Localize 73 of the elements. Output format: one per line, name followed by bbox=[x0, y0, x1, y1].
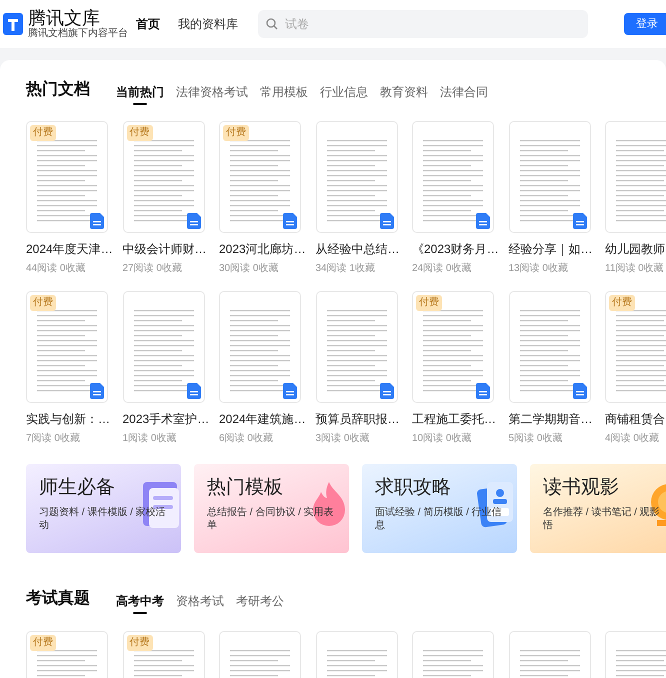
document-icon bbox=[476, 383, 490, 399]
category-tab[interactable]: 法律合同 bbox=[440, 86, 488, 98]
search-icon bbox=[266, 18, 278, 30]
logo-subtitle: 腾讯文档旗下内容平台 bbox=[28, 29, 128, 39]
nav-link[interactable]: 我的资料库 bbox=[178, 15, 238, 33]
document-title[interactable]: 第二学期期音… bbox=[508, 411, 590, 427]
paid-badge: 付费 bbox=[223, 125, 249, 141]
document-stats: 7阅读 0收藏 bbox=[26, 432, 81, 445]
section-title: 考试真题 bbox=[26, 591, 90, 607]
document-stats: 27阅读 0收藏 bbox=[122, 262, 183, 275]
document-stats: 11阅读 0收藏 bbox=[605, 262, 665, 275]
document-icon bbox=[572, 383, 586, 399]
paid-badge: 付费 bbox=[126, 635, 152, 651]
category-tab[interactable]: 资格考试 bbox=[176, 595, 224, 607]
banner-subtitle: 总结报告 / 合同协议 / 实用表 单 bbox=[207, 506, 335, 532]
paid-badge: 付费 bbox=[416, 295, 442, 311]
logo-icon bbox=[3, 13, 23, 35]
category-tab[interactable]: 考研考公 bbox=[236, 595, 284, 607]
document-title[interactable]: 工程施工委托… bbox=[412, 411, 494, 427]
tab-underline bbox=[133, 103, 147, 105]
section-title: 热门文档 bbox=[26, 82, 90, 98]
banner-subtitle: 习题资料 / 课件模版 / 家校活 动 bbox=[39, 506, 167, 532]
document-stats: 6阅读 0收藏 bbox=[219, 432, 274, 445]
banner-title: 热门模板 bbox=[207, 478, 284, 497]
paid-badge: 付费 bbox=[30, 125, 56, 141]
document-stats: 3阅读 0收藏 bbox=[316, 432, 370, 445]
document-icon bbox=[90, 383, 104, 399]
document-title[interactable]: 幼儿园教师 bbox=[605, 241, 666, 257]
tab-underline bbox=[133, 612, 147, 614]
document-stats: 13阅读 0收藏 bbox=[508, 262, 569, 275]
document-icon bbox=[186, 213, 200, 229]
banner-title: 读书观影 bbox=[543, 478, 620, 497]
document-icon bbox=[283, 213, 297, 229]
paid-badge: 付费 bbox=[30, 295, 56, 311]
category-tab[interactable]: 当前热门 bbox=[116, 86, 164, 98]
document-title[interactable]: 预算员辞职报… bbox=[316, 411, 398, 427]
document-icon bbox=[380, 213, 394, 229]
banner-title: 师生必备 bbox=[39, 478, 116, 497]
document-title[interactable]: 经验分享｜如… bbox=[508, 241, 590, 257]
document-stats: 30阅读 0收藏 bbox=[219, 262, 280, 275]
document-title[interactable]: 从经验中总结… bbox=[316, 241, 398, 257]
document-title[interactable]: 商铺租赁合 bbox=[605, 411, 666, 427]
paid-badge: 付费 bbox=[126, 125, 152, 141]
logo-title: 腾讯文库 bbox=[28, 9, 100, 27]
document-stats: 1阅读 0收藏 bbox=[122, 432, 178, 445]
banner-title: 求职攻略 bbox=[375, 478, 452, 497]
category-tab[interactable]: 教育资料 bbox=[380, 86, 428, 98]
document-icon bbox=[380, 383, 394, 399]
document-icon bbox=[90, 213, 104, 229]
search-bar[interactable]: 试卷 bbox=[258, 10, 588, 38]
document-stats: 34阅读 1收藏 bbox=[316, 262, 376, 275]
document-title[interactable]: 中级会计师财… bbox=[122, 241, 204, 257]
document-stats: 4阅读 0收藏 bbox=[605, 432, 660, 445]
category-banner[interactable]: 师生必备 习题资料 / 课件模版 / 家校活 动 bbox=[26, 464, 181, 553]
search-field[interactable]: 试卷 bbox=[285, 15, 565, 33]
document-icon bbox=[186, 383, 200, 399]
document-stats: 44阅读 0收藏 bbox=[26, 262, 86, 275]
nav-link[interactable]: 首页 bbox=[136, 15, 160, 33]
document-icon bbox=[476, 213, 490, 229]
category-tab[interactable]: 行业信息 bbox=[320, 86, 368, 98]
category-tab[interactable]: 常用模板 bbox=[260, 86, 308, 98]
document-stats: 5阅读 0收藏 bbox=[508, 432, 564, 445]
document-icon bbox=[283, 383, 297, 399]
document-stats: 24阅读 0收藏 bbox=[412, 262, 472, 275]
paid-badge: 付费 bbox=[609, 295, 635, 311]
paid-badge: 付费 bbox=[30, 635, 56, 651]
category-tab[interactable]: 法律资格考试 bbox=[176, 86, 248, 98]
category-tab[interactable]: 高考中考 bbox=[116, 595, 164, 607]
document-stats: 10阅读 0收藏 bbox=[412, 432, 472, 445]
document-icon bbox=[572, 213, 586, 229]
login-button[interactable]: 登录 bbox=[624, 13, 666, 35]
document-title[interactable]: 实践与创新：… bbox=[26, 411, 108, 427]
category-banner[interactable]: 热门模板 总结报告 / 合同协议 / 实用表 单 bbox=[194, 464, 349, 553]
